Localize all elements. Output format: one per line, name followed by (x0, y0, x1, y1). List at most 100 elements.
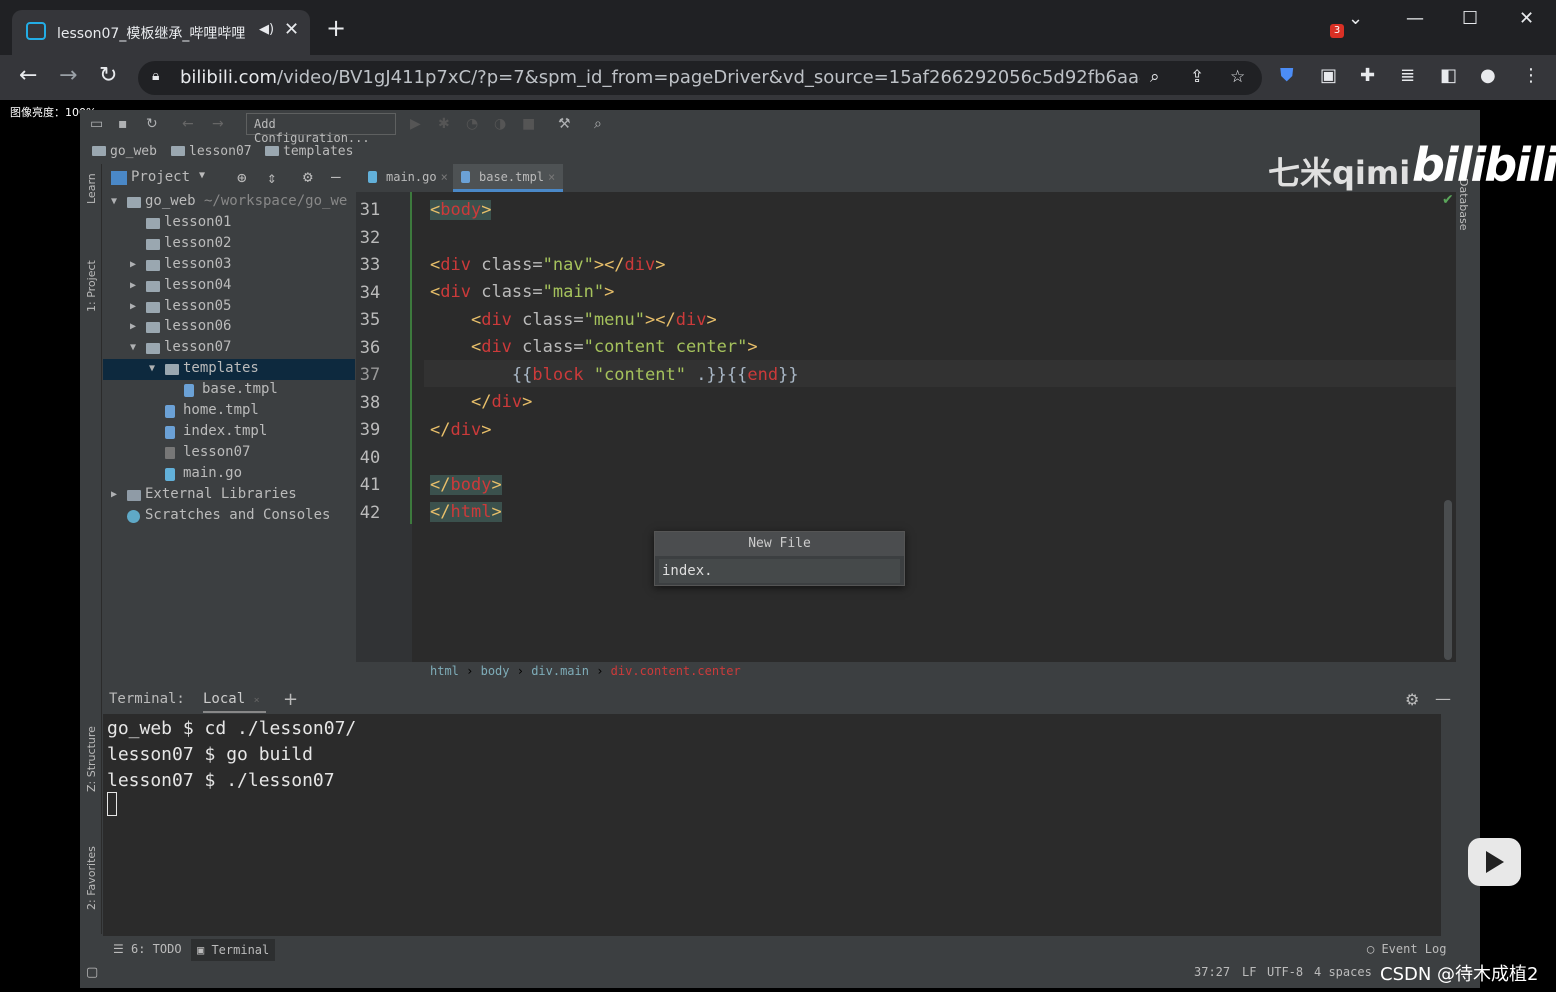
stop-icon[interactable]: ■ (522, 116, 535, 132)
caret-position[interactable]: 37:27 (1194, 965, 1230, 979)
todo-tool-button[interactable]: ☰ 6: TODO (113, 942, 182, 956)
minimize-panel-icon[interactable]: — (1435, 689, 1451, 708)
chevron-down-icon[interactable]: ▼ (199, 170, 205, 181)
close-tab-icon[interactable]: × (441, 170, 448, 184)
reload-icon[interactable]: ↻ (99, 65, 117, 87)
minimize-panel-icon[interactable]: — (331, 167, 341, 186)
close-icon[interactable]: × (254, 695, 260, 706)
tab-main-go[interactable]: main.go × (360, 164, 456, 192)
close-tab-icon[interactable]: × (548, 170, 555, 184)
chevron-down-icon[interactable]: ▼ (149, 363, 155, 374)
wrench-icon[interactable]: ⚒ (558, 116, 571, 132)
crumb-body[interactable]: body (481, 664, 510, 678)
media-queue-icon[interactable]: ≣ (1400, 65, 1415, 86)
close-window-button[interactable]: ✕ (1519, 8, 1534, 29)
sync-icon[interactable]: ↻ (146, 116, 158, 132)
gear-icon[interactable]: ⚙ (303, 167, 313, 186)
project-dropdown[interactable]: Project (131, 169, 190, 185)
puzzle-icon[interactable]: ✚ (1360, 65, 1375, 86)
tree-item[interactable]: ▶ lesson05 (103, 297, 355, 318)
back-arrow-icon[interactable]: ← (19, 65, 37, 87)
locate-icon[interactable]: ⊕ (237, 168, 247, 187)
tree-item[interactable]: lesson01 (103, 213, 355, 234)
save-icon[interactable]: ▪ (118, 116, 128, 132)
breadcrumb-lesson07[interactable]: lesson07 (171, 144, 252, 159)
collapse-icon[interactable]: ⇕ (267, 168, 277, 187)
tree-item[interactable]: ▶ lesson04 (103, 276, 355, 297)
profile-avatar-icon[interactable]: ● (1480, 65, 1496, 86)
layout-toggle-icon[interactable]: ▢ (86, 965, 98, 980)
chevron-right-icon[interactable]: ▶ (111, 489, 117, 500)
browser-tab[interactable]: lesson07_模板继承_哔哩哔哩 ◀) ✕ (12, 10, 310, 55)
terminal-output[interactable]: go_web $ cd ./lesson07/ lesson07 $ go bu… (103, 714, 1441, 936)
tree-item[interactable]: main.go (103, 464, 355, 485)
tree-item[interactable]: ▼ lesson07 (103, 338, 355, 359)
event-log-button[interactable]: ◯ Event Log (1367, 942, 1446, 956)
gear-icon[interactable]: ⚙ (1405, 690, 1419, 709)
tab-search-icon[interactable]: ⌄ (1348, 8, 1363, 29)
tree-item[interactable]: lesson07 (103, 443, 355, 464)
nav-forward-icon[interactable]: → (212, 116, 224, 132)
crumb-div-main[interactable]: div.main (531, 664, 589, 678)
indent-setting[interactable]: 4 spaces (1314, 965, 1372, 979)
code-line-42: </html> (430, 502, 502, 522)
chevron-down-icon[interactable]: ▼ (111, 196, 117, 207)
address-bar[interactable]: 🔒︎ bilibili.com/video/BV1gJ411p7xC/?p=7&… (138, 61, 1262, 95)
tree-item[interactable]: lesson02 (103, 234, 355, 255)
tree-item[interactable]: ▶ lesson03 (103, 255, 355, 276)
crumb-html[interactable]: html (430, 664, 459, 678)
tree-item[interactable]: ▶ lesson06 (103, 317, 355, 338)
nav-back-icon[interactable]: ← (182, 116, 194, 132)
learn-tool-tab[interactable]: Learn (85, 173, 98, 204)
chevron-down-icon[interactable]: ▼ (130, 342, 136, 353)
search-icon[interactable]: ⌕ (594, 116, 602, 132)
chevron-right-icon[interactable]: ▶ (130, 280, 136, 291)
extension-shield-icon[interactable]: ⛊ (1280, 65, 1294, 86)
lock-icon[interactable]: 🔒︎ (152, 68, 159, 84)
open-folder-icon[interactable]: ▭ (90, 116, 103, 132)
menu-dots-icon[interactable]: ⋮ (1522, 65, 1540, 86)
new-tab-button[interactable]: + (326, 16, 346, 40)
editor-scrollbar[interactable] (1444, 500, 1452, 660)
file-encoding[interactable]: UTF-8 (1267, 965, 1303, 979)
chevron-right-icon[interactable]: ▶ (130, 301, 136, 312)
breadcrumb-go-web[interactable]: go_web (92, 144, 157, 159)
tree-item[interactable]: index.tmpl (103, 422, 355, 443)
tree-item[interactable]: base.tmpl (103, 380, 355, 401)
run-icon[interactable]: ▶ (410, 116, 421, 132)
share-icon[interactable]: ⇪ (1190, 67, 1204, 87)
crumb-div-content[interactable]: div.content.center (611, 664, 741, 678)
chevron-right-icon[interactable]: ▶ (130, 259, 136, 270)
bilibili-tv-icon[interactable] (1468, 838, 1521, 886)
project-tool-tab[interactable]: 1: Project (85, 260, 98, 312)
favorites-tool-tab[interactable]: 2: Favorites (85, 846, 98, 910)
tree-item[interactable]: ▶ External Libraries (103, 485, 355, 506)
extension-icon[interactable]: ▣ (1320, 65, 1337, 86)
coverage-icon[interactable]: ◔ (466, 116, 478, 132)
terminal-tab-local[interactable]: Local × (203, 691, 266, 713)
tree-item[interactable]: ▼ go_web ~/workspace/go_we (103, 192, 355, 213)
add-terminal-icon[interactable]: + (283, 689, 298, 710)
breadcrumb-templates[interactable]: templates (265, 144, 353, 159)
bookmark-star-icon[interactable]: ☆ (1230, 67, 1245, 87)
speaker-icon[interactable]: ◀) (259, 22, 274, 37)
minimize-button[interactable]: — (1406, 8, 1424, 29)
terminal-tool-button[interactable]: ▣ Terminal (191, 939, 276, 961)
zoom-icon[interactable]: ⌕ (1150, 67, 1160, 87)
tab-base-tmpl[interactable]: base.tmpl × (453, 164, 564, 192)
structure-tool-tab[interactable]: Z: Structure (85, 726, 98, 792)
debug-icon[interactable]: ✱ (438, 116, 450, 132)
tree-item[interactable]: home.tmpl (103, 401, 355, 422)
tree-item[interactable]: ▼ templates (103, 359, 355, 381)
tree-item[interactable]: Scratches and Consoles (103, 506, 355, 527)
add-configuration-button[interactable]: Add Configuration... (246, 113, 396, 145)
maximize-button[interactable]: ☐ (1462, 8, 1478, 29)
line-separator[interactable]: LF (1242, 965, 1256, 979)
inspection-ok-icon[interactable]: ✔ (1442, 192, 1454, 208)
side-panel-icon[interactable]: ◧ (1440, 65, 1457, 86)
chevron-right-icon[interactable]: ▶ (130, 321, 136, 332)
new-file-name-input[interactable] (659, 559, 900, 583)
close-tab-icon[interactable]: ✕ (284, 19, 299, 40)
forward-arrow-icon[interactable]: → (59, 65, 77, 87)
profile-icon[interactable]: ◑ (494, 116, 506, 132)
